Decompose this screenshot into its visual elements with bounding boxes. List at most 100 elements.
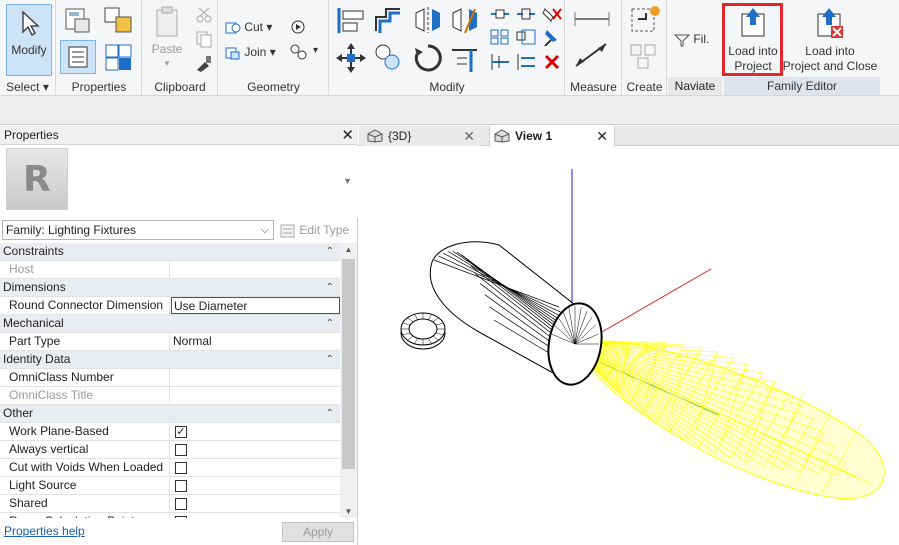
split-element-icon[interactable]	[489, 5, 511, 23]
measure-between-points-icon[interactable]	[572, 8, 612, 30]
wall-joins-icon[interactable]	[289, 18, 309, 36]
paste-button[interactable]: Paste ▾	[147, 4, 187, 72]
property-category[interactable]: Other ⌃	[0, 405, 340, 423]
edit-type-icon	[280, 224, 295, 238]
scrollbar-thumb[interactable]	[342, 259, 355, 469]
family-select[interactable]: Family: Lighting Fixtures ⌵	[2, 220, 274, 240]
collapse-icon[interactable]: ⌃	[326, 351, 334, 368]
property-value[interactable]: Use Diameter	[171, 297, 340, 314]
checkbox-checked[interactable]: ✓	[175, 426, 187, 438]
create-similar-icon[interactable]	[628, 42, 662, 72]
property-row[interactable]: Shared	[0, 495, 340, 513]
match-properties-icon[interactable]	[195, 54, 213, 72]
checkbox[interactable]	[175, 462, 187, 474]
property-value[interactable]	[171, 387, 340, 404]
join-button[interactable]: Join ▾	[225, 45, 276, 60]
property-checkbox-cell[interactable]	[171, 495, 340, 512]
property-row[interactable]: Cut with Voids When Loaded	[0, 459, 340, 477]
property-value[interactable]: Normal	[171, 333, 340, 350]
property-category[interactable]: Mechanical ⌃	[0, 315, 340, 333]
mirror-pick-axis-icon[interactable]	[412, 5, 444, 35]
filter-icon	[673, 34, 691, 47]
cursor-arrow-icon	[22, 10, 40, 36]
checkbox[interactable]	[175, 444, 187, 456]
offset-icon[interactable]	[372, 5, 404, 35]
property-row[interactable]: Work Plane-Based ✓	[0, 423, 340, 441]
properties-close-icon[interactable]: ✕	[341, 126, 354, 145]
drawing-canvas[interactable]	[359, 147, 899, 545]
property-checkbox-cell[interactable]	[171, 513, 340, 518]
type-selector-chevron-icon[interactable]: ▼	[343, 176, 352, 186]
properties-button[interactable]	[60, 40, 96, 74]
select-group-label[interactable]: Select ▾	[0, 80, 55, 94]
create-group-icon[interactable]	[628, 5, 662, 35]
property-row[interactable]: Host	[0, 261, 340, 279]
property-category[interactable]: Constraints ⌃	[0, 243, 340, 261]
property-category[interactable]: Dimensions ⌃	[0, 279, 340, 297]
aligned-dimension-icon[interactable]	[572, 40, 612, 70]
collapse-icon[interactable]: ⌃	[326, 315, 334, 332]
property-checkbox-cell[interactable]	[171, 441, 340, 458]
property-row[interactable]: Room Calculation Point	[0, 513, 340, 518]
copy-element-icon[interactable]	[372, 42, 404, 74]
tab-view-1-close-icon[interactable]: ✕	[596, 126, 608, 146]
trim-extend-icon[interactable]	[489, 52, 511, 72]
property-row[interactable]: OmniClass Title	[0, 387, 340, 405]
tab-view-1[interactable]: View 1 ✕	[489, 126, 615, 146]
align-icon[interactable]	[335, 5, 367, 35]
property-checkbox-cell[interactable]	[171, 459, 340, 476]
tab-3d-close-icon[interactable]: ✕	[463, 126, 475, 146]
cut-button[interactable]: Cut ▾	[225, 20, 272, 35]
property-row[interactable]: OmniClass Number	[0, 369, 340, 387]
scroll-down-icon[interactable]: ▼	[340, 507, 357, 516]
property-checkbox-cell[interactable]	[171, 477, 340, 494]
scale-icon[interactable]	[515, 28, 537, 46]
rotate-icon[interactable]	[412, 42, 444, 74]
filter-button[interactable]: Fil.	[673, 32, 709, 47]
property-category[interactable]: Identity Data ⌃	[0, 351, 340, 369]
ribbon: Modify Select ▾ Properties Paste ▾ Clipb…	[0, 0, 899, 96]
property-value[interactable]	[171, 261, 340, 278]
property-row[interactable]: Round Connector Dimension Use Diameter	[0, 297, 340, 315]
property-value[interactable]	[171, 369, 340, 386]
property-row[interactable]: Always vertical	[0, 441, 340, 459]
tab-3d[interactable]: {3D} ✕	[363, 126, 481, 146]
3d-model-view[interactable]	[359, 147, 899, 545]
properties-help-link[interactable]: Properties help	[4, 524, 85, 538]
property-row[interactable]: Light Source	[0, 477, 340, 495]
split-face-icon[interactable]	[289, 43, 309, 61]
split-with-gap-icon[interactable]	[515, 5, 537, 23]
pin-icon[interactable]	[541, 28, 563, 46]
extend-multiple-icon[interactable]	[515, 52, 537, 72]
checkbox[interactable]	[175, 498, 187, 510]
move-icon[interactable]	[335, 42, 367, 74]
delete-icon[interactable]	[541, 52, 563, 72]
type-selector[interactable]: R ▼	[0, 146, 358, 218]
edit-type-button[interactable]: Edit Type	[280, 220, 354, 240]
trim-to-corner-icon[interactable]	[449, 42, 483, 74]
property-row[interactable]: Part Type Normal	[0, 333, 340, 351]
create-group: Create	[623, 0, 667, 96]
properties-scrollbar[interactable]: ▲ ▼	[340, 243, 357, 518]
family-types-icon[interactable]	[103, 5, 133, 35]
array-icon[interactable]	[489, 28, 511, 46]
modify-button[interactable]: Modify	[6, 4, 52, 76]
property-checkbox-cell[interactable]: ✓	[171, 423, 340, 440]
split-chevron-icon[interactable]: ▾	[313, 45, 318, 56]
checkbox[interactable]	[175, 516, 187, 518]
copy-icon[interactable]	[195, 30, 213, 48]
collapse-icon[interactable]: ⌃	[326, 243, 334, 260]
collapse-icon[interactable]: ⌃	[326, 405, 334, 422]
load-into-project-and-close-button[interactable]: Load into Project and Close	[782, 4, 878, 76]
apply-button[interactable]: Apply	[282, 522, 354, 542]
type-selector-icon[interactable]	[103, 42, 135, 72]
unpin-icon[interactable]	[541, 5, 563, 23]
property-name: Always vertical	[0, 441, 170, 458]
checkbox[interactable]	[175, 480, 187, 492]
scissors-icon[interactable]	[195, 6, 213, 24]
properties-panel: Properties ✕ R ▼ Family: Lighting Fixtur…	[0, 126, 358, 545]
scroll-up-icon[interactable]: ▲	[340, 245, 357, 254]
collapse-icon[interactable]: ⌃	[326, 279, 334, 296]
type-properties-icon[interactable]	[63, 5, 93, 35]
mirror-draw-axis-icon[interactable]	[449, 5, 481, 35]
